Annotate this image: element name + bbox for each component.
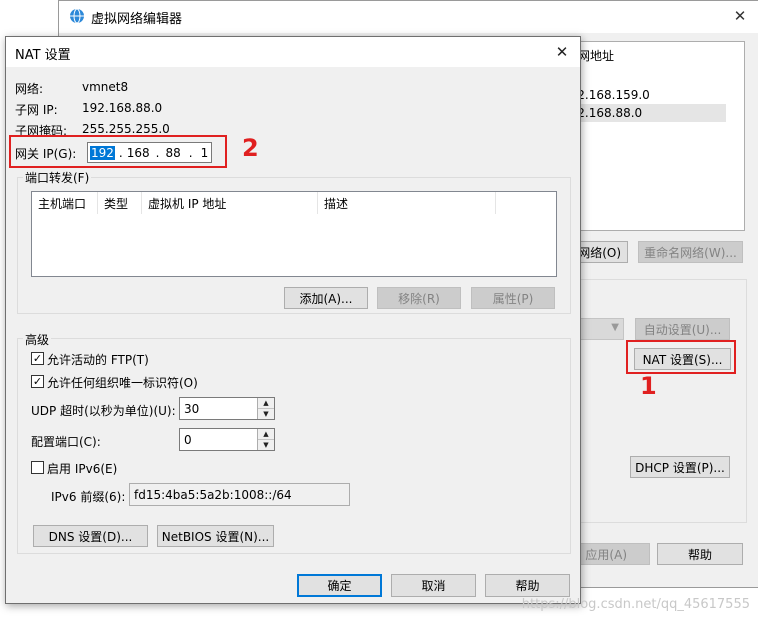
list-header-subnet: 子网地址 [574,49,615,63]
properties-button[interactable]: 属性(P) [471,287,555,309]
auto-settings-button[interactable]: 自动设置(U)... [635,318,730,340]
port-forwarding-table[interactable]: 主机端口 类型 虚拟机 IP 地址 描述 [31,191,557,277]
subnet-mask-value: 255.255.255.0 [82,122,170,136]
spin-down-icon[interactable]: ▼ [258,440,274,451]
highlight-nat-settings [626,340,736,374]
dhcp-settings-button[interactable]: DHCP 设置(P)... [630,456,730,478]
chevron-down-icon: ▼ [611,322,619,333]
highlight-gateway-ip [9,135,227,168]
bg-close-icon[interactable]: ✕ [727,5,753,27]
ok-button[interactable]: 确定 [297,574,382,597]
enable-ipv6-label[interactable]: 启用 IPv6(E) [47,460,117,477]
spin-up-icon[interactable]: ▲ [258,398,274,409]
udp-timeout-label: UDP 超时(以秒为单位)(U): [31,404,176,418]
help-button[interactable]: 帮助 [485,574,570,597]
netbios-settings-button[interactable]: NetBIOS 设置(N)... [157,525,274,547]
network-value: vmnet8 [82,80,129,94]
advanced-title: 高级 [23,331,52,348]
allow-oui-checkbox[interactable]: ✓ [31,375,44,388]
bg-title-bar: 虚拟网络编辑器 ✕ [59,1,758,33]
column-header-type[interactable]: 类型 [98,192,142,214]
udp-timeout-spin[interactable]: ▲ ▼ [257,398,274,419]
allow-oui-label[interactable]: 允许任何组织唯一标识符(O) [47,374,198,391]
allow-ftp-label[interactable]: 允许活动的 FTP(T) [47,351,149,368]
dialog-title-bar: NAT 设置 ✕ [6,37,580,67]
network-list[interactable]: 子网地址 192.168.159.0 192.168.88.0 [573,41,745,231]
udp-timeout-stepper[interactable]: 30 ▲ ▼ [179,397,275,420]
cancel-button[interactable]: 取消 [391,574,476,597]
spin-down-icon[interactable]: ▼ [258,409,274,420]
bg-window-title: 虚拟网络编辑器 [91,12,183,27]
add-button[interactable]: 添加(A)... [284,287,368,309]
annotation-step-1: 1 [640,372,657,400]
config-port-spin[interactable]: ▲ ▼ [257,429,274,450]
ipv6-prefix-label: IPv6 前缀(6): [51,490,126,504]
globe-icon [69,8,85,24]
bg-help-button[interactable]: 帮助 [657,543,743,565]
list-row[interactable]: 192.168.159.0 [574,86,744,104]
ipv6-prefix-field[interactable]: fd15:4ba5:5a2b:1008::/64 [129,483,350,506]
config-port-value[interactable]: 0 [184,433,192,447]
network-settings-group [573,279,747,523]
close-icon[interactable]: ✕ [550,42,574,62]
spin-up-icon[interactable]: ▲ [258,429,274,440]
annotation-step-2: 2 [242,134,259,162]
dns-settings-button[interactable]: DNS 设置(D)... [33,525,148,547]
subnet-ip-label: 子网 IP: [15,103,58,117]
port-forwarding-title: 端口转发(F) [23,169,92,186]
subnet-ip-value: 192.168.88.0 [82,101,163,115]
nat-settings-dialog: NAT 设置 ✕ 网络: vmnet8 子网 IP: 192.168.88.0 … [5,36,581,604]
watermark: https://blog.csdn.net/qq_45617555 [521,597,750,612]
dialog-title: NAT 设置 [15,48,71,63]
enable-ipv6-checkbox[interactable] [31,461,44,474]
config-port-label: 配置端口(C): [31,435,101,449]
column-header-host-port[interactable]: 主机端口 [32,192,98,214]
list-row-selected[interactable]: 192.168.88.0 [574,104,726,122]
udp-timeout-value[interactable]: 30 [184,402,199,416]
network-label: 网络: [15,82,44,96]
remove-button[interactable]: 移除(R) [377,287,461,309]
rename-network-button[interactable]: 重命名网络(W)... [638,241,743,263]
allow-ftp-checkbox[interactable]: ✓ [31,352,44,365]
config-port-stepper[interactable]: 0 ▲ ▼ [179,428,275,451]
column-header-vm-ip[interactable]: 虚拟机 IP 地址 [142,192,318,214]
column-header-description[interactable]: 描述 [318,192,496,214]
